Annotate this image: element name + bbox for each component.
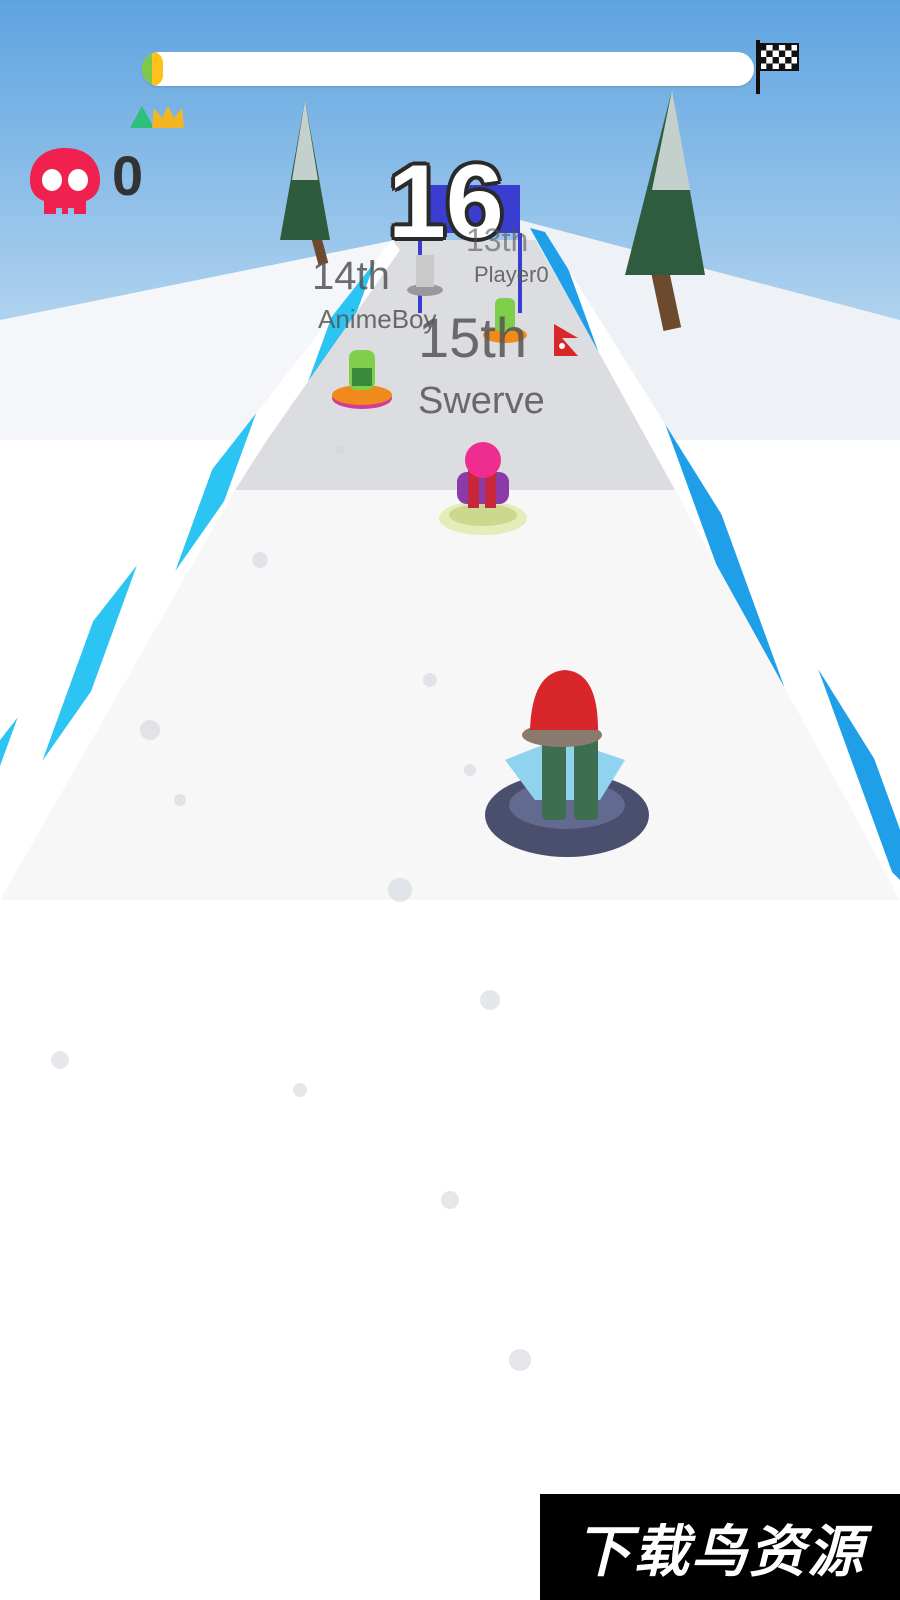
skull-icon [30, 148, 100, 214]
kill-count: 0 [112, 144, 144, 207]
racer-flag-icon [554, 324, 578, 356]
racer-name-15: Swerve [418, 380, 545, 422]
racer-place-13: 13th [466, 222, 529, 258]
watermark-text: 下载鸟资源 [575, 1519, 865, 1585]
racer-name-13: Player0 [474, 262, 549, 287]
progress-start-marker [142, 52, 152, 86]
watermark: 下载鸟资源 [540, 1494, 900, 1600]
race-progress-bar [142, 52, 754, 86]
checkered-flag-icon [756, 40, 799, 94]
racer-place-14: 14th [312, 254, 390, 298]
racer-place-15: 15th [418, 306, 527, 369]
crown-icon [130, 106, 184, 128]
